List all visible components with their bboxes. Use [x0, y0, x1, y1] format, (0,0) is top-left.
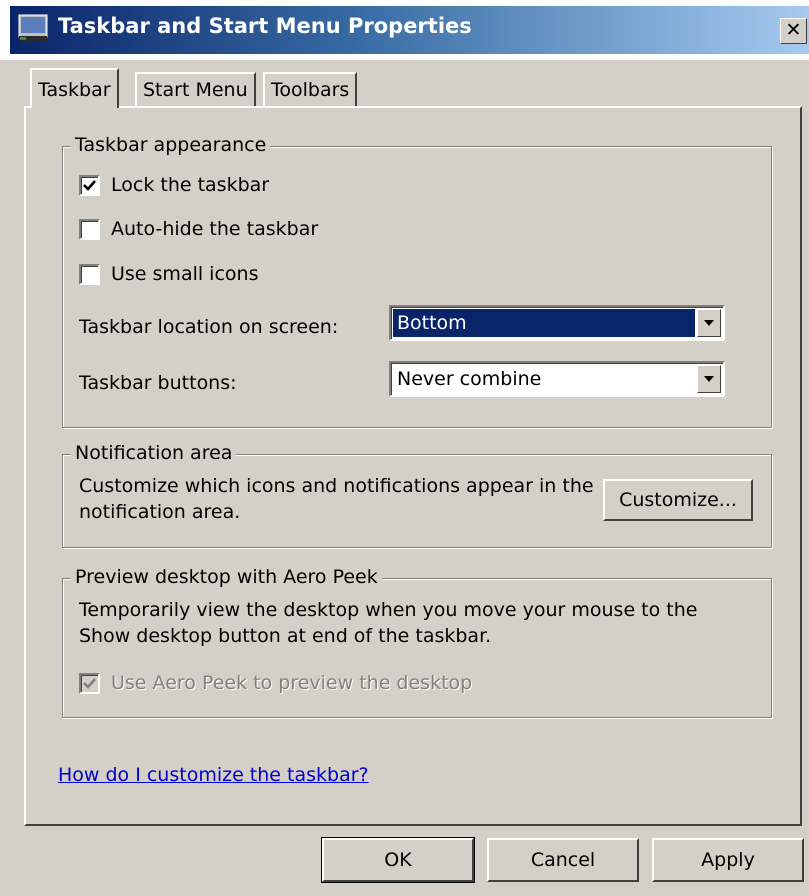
window-title: Taskbar and Start Menu Properties — [58, 14, 472, 38]
notification-description: Customize which icons and notifications … — [79, 475, 594, 523]
taskbar-location-dropdown-button[interactable] — [697, 309, 721, 337]
customize-button-label: Customize... — [619, 489, 737, 511]
taskbar-buttons-value: Never combine — [397, 368, 542, 390]
aero-peek-label[interactable]: Use Aero Peek to preview the desktop — [111, 671, 472, 695]
taskbar-location-select[interactable]: Bottom — [389, 305, 725, 341]
help-link[interactable]: How do I customize the taskbar? — [58, 764, 369, 786]
auto-hide-checkbox[interactable] — [79, 219, 100, 240]
tab-toolbars[interactable]: Toolbars — [263, 72, 358, 106]
checkmark-icon — [83, 678, 96, 689]
group-legend-aero-peek: Preview desktop with Aero Peek — [71, 566, 382, 588]
chevron-down-icon — [704, 320, 714, 326]
tab-start-menu-label: Start Menu — [143, 79, 248, 101]
lock-taskbar-checkbox[interactable] — [79, 175, 100, 196]
taskbar-buttons-select[interactable]: Never combine — [389, 361, 725, 397]
taskbar-location-label: Taskbar location on screen: — [79, 316, 339, 338]
taskbar-location-value: Bottom — [393, 309, 695, 337]
cancel-button-label: Cancel — [530, 849, 596, 871]
tab-toolbars-label: Toolbars — [271, 79, 350, 101]
close-button[interactable]: ✕ — [780, 18, 807, 44]
lock-taskbar-label[interactable]: Lock the taskbar — [111, 173, 269, 197]
tab-start-menu[interactable]: Start Menu — [135, 72, 256, 106]
chevron-down-icon — [704, 376, 714, 382]
group-aero-peek: Preview desktop with Aero Peek Temporari… — [62, 566, 772, 718]
small-icons-label[interactable]: Use small icons — [111, 262, 258, 286]
tab-taskbar-label: Taskbar — [38, 79, 111, 101]
auto-hide-label[interactable]: Auto-hide the taskbar — [111, 217, 318, 241]
cancel-button[interactable]: Cancel — [487, 838, 639, 882]
close-icon: ✕ — [785, 19, 802, 41]
group-legend-notification: Notification area — [71, 442, 237, 464]
taskbar-buttons-dropdown-button[interactable] — [697, 365, 721, 393]
ok-button-label: OK — [384, 849, 412, 871]
group-notification-area: Notification area Customize which icons … — [62, 442, 772, 548]
group-taskbar-appearance: Taskbar appearance Lock the taskbar Auto… — [62, 134, 772, 428]
taskbar-window-icon — [18, 14, 48, 41]
tab-taskbar[interactable]: Taskbar — [30, 68, 119, 108]
taskbar-buttons-label: Taskbar buttons: — [79, 372, 237, 394]
group-legend-appearance: Taskbar appearance — [71, 134, 271, 156]
aero-peek-checkbox[interactable] — [79, 673, 100, 694]
aero-peek-description: Temporarily view the desktop when you mo… — [79, 599, 698, 647]
title-bar[interactable]: Taskbar and Start Menu Properties ✕ — [0, 0, 809, 60]
checkmark-icon — [83, 180, 96, 191]
ok-button[interactable]: OK — [321, 837, 475, 883]
customize-button[interactable]: Customize... — [603, 479, 753, 521]
apply-button[interactable]: Apply — [652, 838, 804, 882]
small-icons-checkbox[interactable] — [79, 264, 100, 285]
tab-panel-taskbar: Taskbar appearance Lock the taskbar Auto… — [24, 106, 802, 826]
apply-button-label: Apply — [701, 849, 755, 871]
